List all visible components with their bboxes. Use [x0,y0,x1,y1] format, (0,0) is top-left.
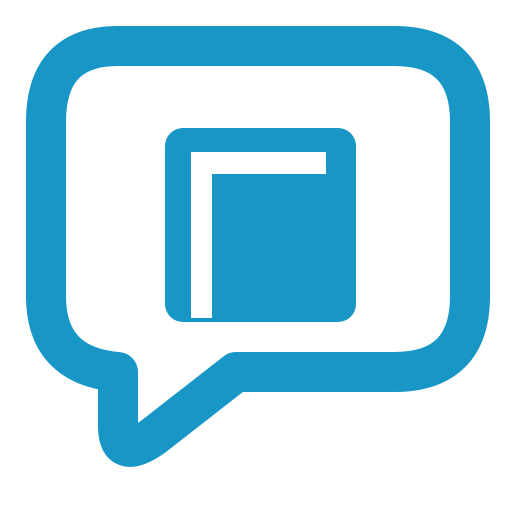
logo-canvas [0,0,512,512]
chat-book-logo-icon [26,26,490,467]
